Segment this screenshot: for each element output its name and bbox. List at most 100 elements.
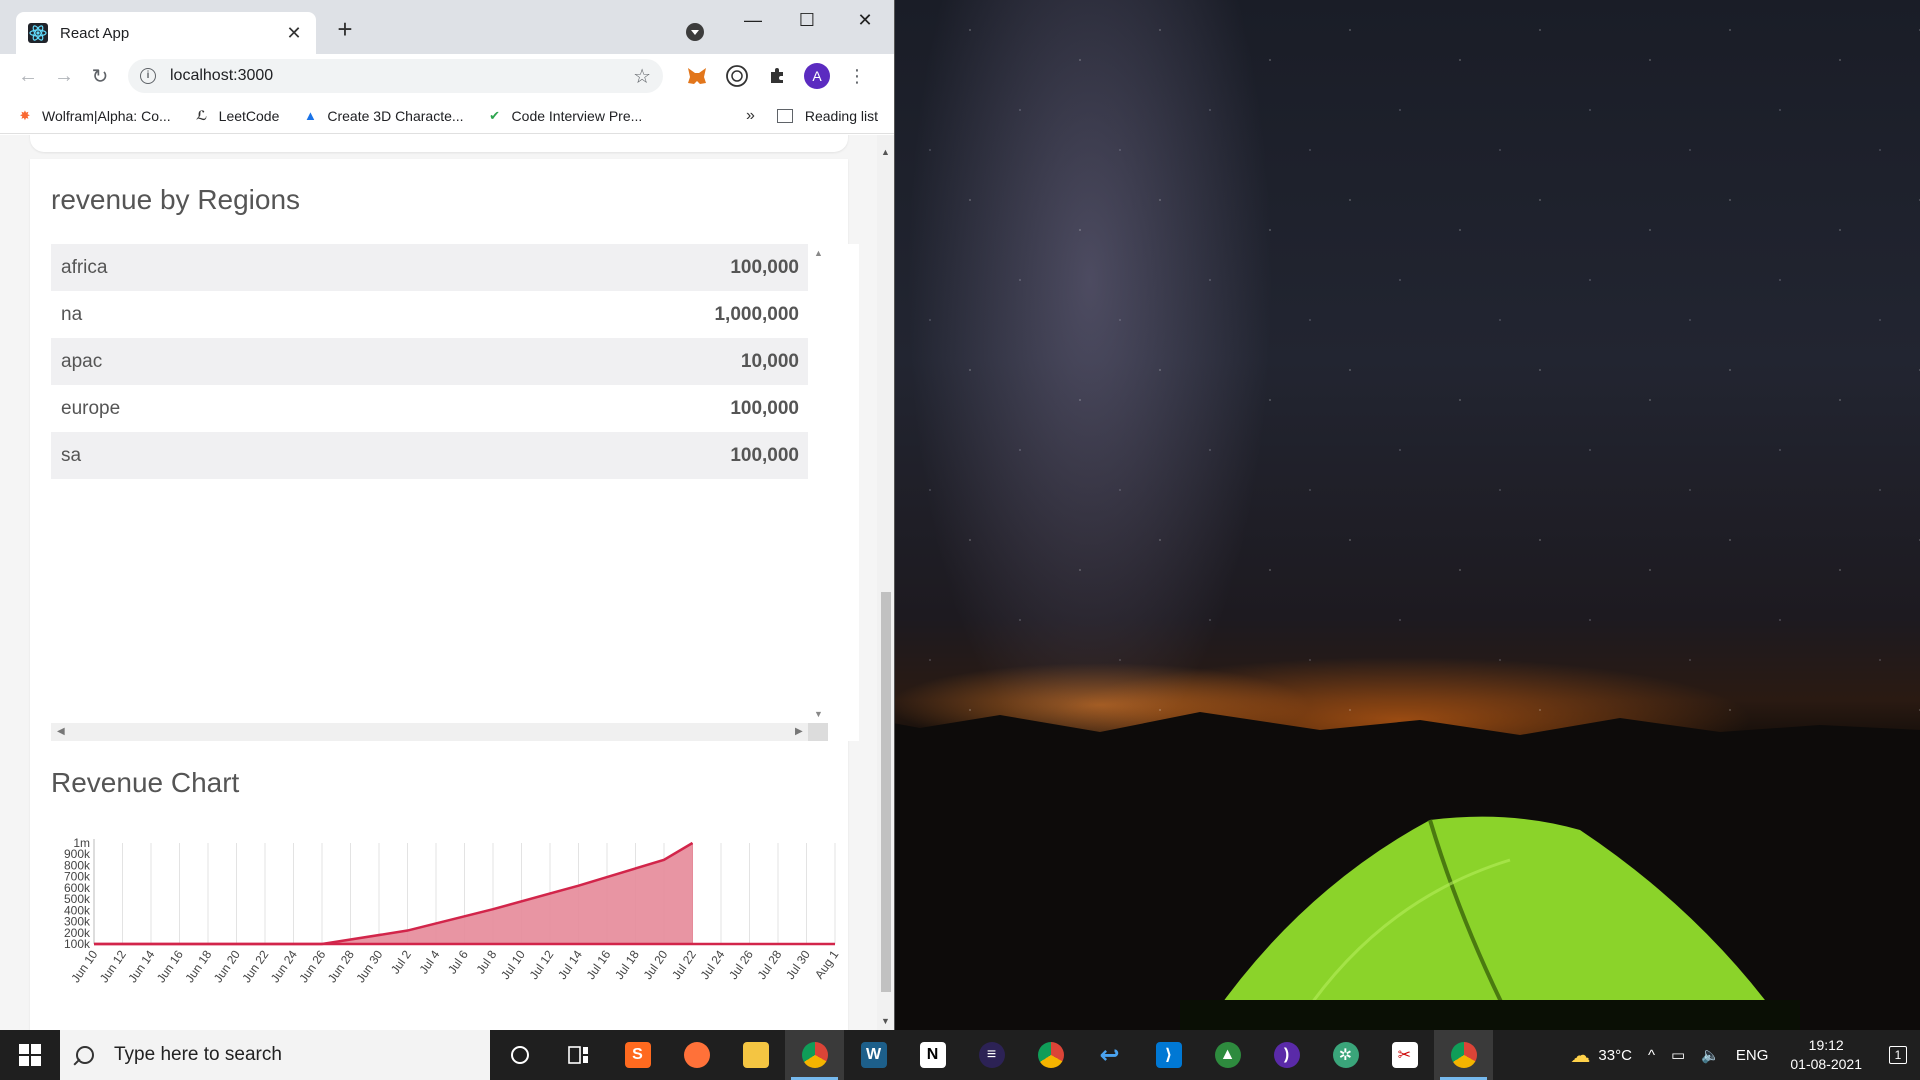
system-tray: ☁ 33°C ^ ▭ 🔈 ENG 19:12 01-08-2021 1 <box>1562 1030 1920 1080</box>
extension-circle-icon[interactable] <box>717 60 757 92</box>
chart-x-tick-label: Jul 12 <box>527 947 557 982</box>
back-icon[interactable]: ← <box>10 60 46 92</box>
region-row-europe: europe 100,000 <box>51 385 808 432</box>
tray-overflow-icon[interactable]: ^ <box>1648 1047 1655 1064</box>
cortana-circle-icon <box>510 1046 529 1064</box>
task-view-icon[interactable] <box>549 1030 608 1080</box>
chart-x-tick-label: Jun 14 <box>125 947 157 985</box>
metamask-icon[interactable] <box>677 60 717 92</box>
taskbar: Type here to search S W N ≡ ↩ ⟩ ▲ ) ✲ ✂ … <box>0 1030 1920 1080</box>
green-glyph-icon: ▲ <box>1214 1042 1241 1068</box>
tab-search-icon[interactable] <box>686 23 704 41</box>
app-purple-icon[interactable]: ) <box>1257 1030 1316 1080</box>
taskbar-clock[interactable]: 19:12 01-08-2021 <box>1790 1036 1862 1074</box>
chart-x-tick-label: Jul 24 <box>698 947 728 982</box>
chart-x-tick-label: Jul 4 <box>416 947 442 976</box>
chrome-glyph-icon <box>1450 1042 1477 1068</box>
page-scroll-thumb[interactable] <box>881 592 891 992</box>
browser-window: React App ✕ + — ☐ ✕ ← → ↻ i localhost:30… <box>0 0 895 1030</box>
reload-icon[interactable]: ↻ <box>82 60 118 92</box>
firefox-icon[interactable] <box>667 1030 726 1080</box>
chrome-active-icon[interactable] <box>1434 1030 1493 1080</box>
chrome-glyph-icon <box>1037 1042 1064 1068</box>
cortana-icon[interactable] <box>490 1030 549 1080</box>
new-tab-button[interactable]: + <box>332 16 358 42</box>
bookmark-wolfram[interactable]: ✸ Wolfram|Alpha: Co... <box>16 107 171 125</box>
bookmarks-overflow-button[interactable]: » <box>746 107 755 125</box>
file-explorer-icon[interactable] <box>726 1030 785 1080</box>
bookmark-label: LeetCode <box>218 107 280 124</box>
bookmark-code-interview[interactable]: ✔ Code Interview Pre... <box>486 107 642 125</box>
table-vertical-scrollbar[interactable]: ▲ ▼ <box>808 244 828 723</box>
weather-widget[interactable]: ☁ 33°C <box>1570 1043 1632 1068</box>
chart-x-tick-label: Jul 26 <box>726 947 756 982</box>
close-window-icon[interactable]: ✕ <box>850 8 880 32</box>
check-icon: ✔ <box>489 107 500 123</box>
bookmark-adobe[interactable]: ▲ Create 3D Characte... <box>301 107 464 125</box>
eclipse-icon[interactable]: ≡ <box>962 1030 1021 1080</box>
bookmark-star-icon[interactable]: ☆ <box>633 64 651 89</box>
arrow-glyph-icon: ↩ <box>1099 1041 1120 1069</box>
scroll-up-icon[interactable]: ▲ <box>814 248 823 258</box>
previous-card-bottom <box>30 135 848 152</box>
task-view-glyph-icon <box>567 1046 588 1064</box>
region-row-africa: africa 100,000 <box>51 244 808 291</box>
chrome-taskbar-icon[interactable] <box>785 1030 844 1080</box>
reading-list-button[interactable]: Reading list <box>776 108 878 124</box>
page-scroll-up-icon[interactable]: ▲ <box>881 147 890 157</box>
minimize-icon[interactable]: — <box>738 8 768 32</box>
app-atom-icon[interactable]: ✲ <box>1316 1030 1375 1080</box>
language-indicator[interactable]: ENG <box>1736 1047 1769 1064</box>
close-tab-icon[interactable]: ✕ <box>284 23 304 44</box>
atom-glyph-icon: ✲ <box>1332 1042 1359 1068</box>
mysql-workbench-icon[interactable]: W <box>844 1030 903 1080</box>
snipping-tool-icon[interactable]: ✂ <box>1375 1030 1434 1080</box>
scroll-corner <box>808 723 828 741</box>
start-button[interactable] <box>0 1030 60 1080</box>
table-horizontal-scrollbar[interactable]: ◀ ▶ <box>51 723 828 741</box>
chart-area-fill <box>94 843 693 944</box>
regions-title: revenue by Regions <box>51 184 301 215</box>
bookmark-leetcode[interactable]: ℒ LeetCode <box>193 107 280 125</box>
chart-x-tick-label: Jun 12 <box>97 947 129 985</box>
scroll-left-icon[interactable]: ◀ <box>57 726 65 737</box>
chart-x-tick-label: Jul 10 <box>498 947 528 982</box>
tab-react-app[interactable]: React App ✕ <box>16 12 316 54</box>
chart-x-tick-label: Jun 18 <box>182 947 214 985</box>
more-menu-icon[interactable]: ⋮ <box>837 60 877 92</box>
chart-x-tick-label: Jul 18 <box>612 947 642 982</box>
app-arrow-icon[interactable]: ↩ <box>1080 1030 1139 1080</box>
sublime-icon[interactable]: S <box>608 1030 667 1080</box>
address-bar[interactable]: i localhost:3000 ☆ <box>128 59 663 93</box>
chrome-profile-icon[interactable] <box>1021 1030 1080 1080</box>
reading-list-icon <box>776 108 793 123</box>
vscode-icon[interactable]: ⟩ <box>1139 1030 1198 1080</box>
chart-x-tick-label: Jun 28 <box>325 947 357 985</box>
sublime-glyph-icon: S <box>624 1042 651 1068</box>
maximize-icon[interactable]: ☐ <box>792 8 822 32</box>
battery-icon[interactable]: ▭ <box>1671 1046 1685 1064</box>
notion-glyph-icon: N <box>919 1042 946 1068</box>
taskbar-search[interactable]: Type here to search <box>60 1030 490 1080</box>
region-value: 100,000 <box>730 256 799 278</box>
volume-icon[interactable]: 🔈 <box>1701 1046 1720 1064</box>
page-viewport: revenue by Regions africa 100,000 na 1,0… <box>0 135 894 1030</box>
app-green-icon[interactable]: ▲ <box>1198 1030 1257 1080</box>
notification-count: 1 <box>1888 1046 1908 1064</box>
site-info-icon[interactable]: i <box>140 68 156 84</box>
bookmarks-bar: ✸ Wolfram|Alpha: Co... ℒ LeetCode ▲ Crea… <box>0 98 894 134</box>
notion-icon[interactable]: N <box>903 1030 962 1080</box>
weather-icon: ☁ <box>1570 1044 1591 1067</box>
page-scroll-down-icon[interactable]: ▼ <box>881 1016 890 1026</box>
forward-icon[interactable]: → <box>46 60 82 92</box>
chart-x-tick-label: Jul 22 <box>669 947 699 982</box>
extensions-puzzle-icon[interactable] <box>757 60 797 92</box>
scroll-down-icon[interactable]: ▼ <box>814 709 823 719</box>
page-scrollbar[interactable]: ▲ ▼ <box>877 135 894 1030</box>
scroll-right-icon[interactable]: ▶ <box>795 726 803 737</box>
dashboard-card: revenue by Regions africa 100,000 na 1,0… <box>30 159 859 1030</box>
regions-table[interactable]: africa 100,000 na 1,000,000 apac 10,000 … <box>51 244 859 741</box>
notification-center-icon[interactable]: 1 <box>1876 1046 1920 1064</box>
profile-avatar[interactable]: A <box>797 60 837 92</box>
chart-x-tick-label: Jul 28 <box>755 947 785 982</box>
